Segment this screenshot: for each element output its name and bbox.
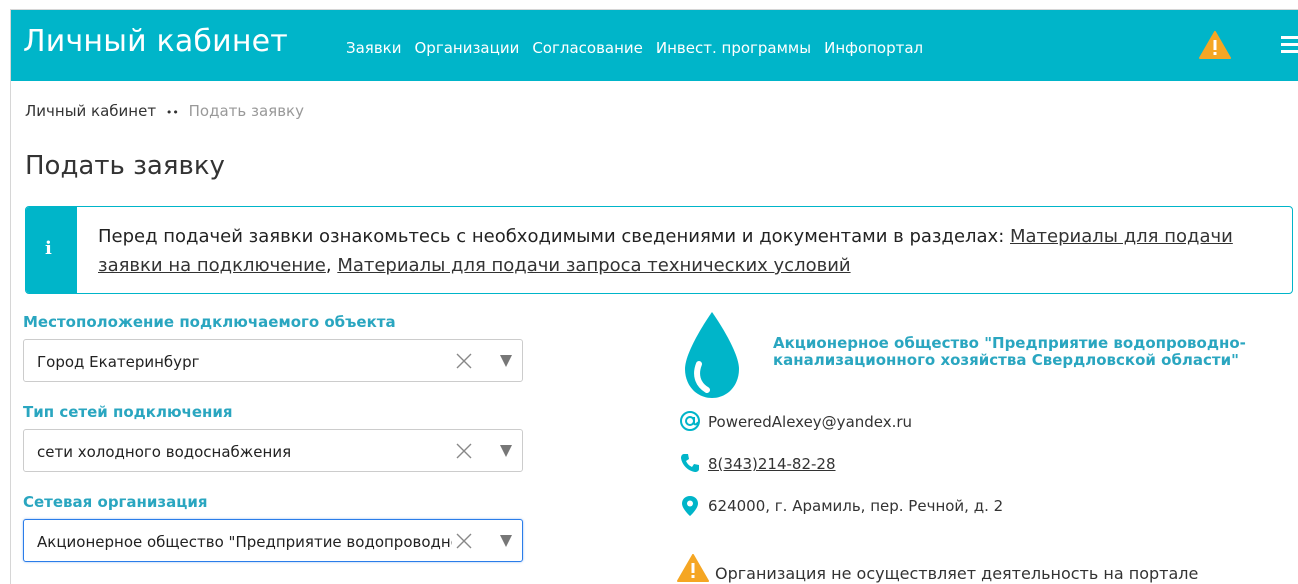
phone-icon bbox=[681, 454, 699, 472]
brand-title[interactable]: Личный кабинет bbox=[23, 24, 288, 59]
chevron-down-icon[interactable] bbox=[500, 445, 512, 457]
breadcrumb-current: Подать заявку bbox=[188, 102, 304, 120]
network-org-label: Сетевая организация bbox=[23, 493, 208, 511]
alert-intro: Перед подачей заявки ознакомьтесь с необ… bbox=[98, 226, 1010, 247]
network-org-select-value: Акционерное общество "Предприятие водопр… bbox=[37, 533, 452, 551]
organization-name: Акционерное общество "Предприятие водопр… bbox=[773, 334, 1246, 369]
network-type-select-value: сети холодного водоснабжения bbox=[37, 443, 292, 461]
nav-link-invest-programs[interactable]: Инвест. программы bbox=[656, 39, 811, 57]
nav-link-requests[interactable]: Заявки bbox=[346, 39, 401, 57]
warning-icon bbox=[677, 554, 709, 582]
alert-text: Перед подачей заявки ознакомьтесь с необ… bbox=[98, 222, 1278, 280]
breadcrumb-home[interactable]: Личный кабинет bbox=[25, 102, 156, 120]
organization-warning: Организация не осуществляет деятельность… bbox=[715, 564, 1199, 583]
nav-link-infoportal[interactable]: Инфопортал bbox=[824, 39, 923, 57]
clear-icon[interactable] bbox=[455, 442, 473, 460]
breadcrumb-separator: •• bbox=[165, 106, 179, 119]
main-nav: Заявки Организации Согласование Инвест. … bbox=[346, 39, 936, 57]
info-alert: i Перед подачей заявки ознакомьтесь с не… bbox=[25, 206, 1293, 294]
alert-icon-box: i bbox=[26, 207, 77, 293]
alert-separator: , bbox=[325, 255, 338, 276]
clear-icon[interactable] bbox=[455, 532, 473, 550]
info-icon: i bbox=[45, 238, 52, 259]
network-org-select[interactable]: Акционерное общество "Предприятие водопр… bbox=[23, 519, 523, 562]
top-navbar: Личный кабинет Заявки Организации Соглас… bbox=[11, 10, 1298, 81]
hamburger-menu-icon[interactable] bbox=[1281, 36, 1298, 54]
page-title: Подать заявку bbox=[25, 151, 225, 181]
at-sign-icon bbox=[680, 411, 700, 431]
warning-icon[interactable] bbox=[1199, 31, 1231, 59]
network-type-label: Тип сетей подключения bbox=[23, 403, 233, 421]
chevron-down-icon[interactable] bbox=[500, 355, 512, 367]
app-frame: Личный кабинет Заявки Организации Соглас… bbox=[10, 9, 1298, 584]
breadcrumb: Личный кабинет •• Подать заявку bbox=[25, 102, 304, 120]
location-select-value: Город Екатеринбург bbox=[37, 353, 200, 371]
location-label: Местоположение подключаемого объекта bbox=[23, 313, 396, 331]
link-tech-conditions-materials[interactable]: Материалы для подачи запроса технических… bbox=[337, 255, 850, 276]
location-pin-icon bbox=[682, 496, 698, 516]
network-type-select[interactable]: сети холодного водоснабжения bbox=[23, 429, 523, 472]
organization-email: PoweredAlexey@yandex.ru bbox=[708, 413, 913, 431]
organization-phone[interactable]: 8(343)214-82-28 bbox=[708, 455, 836, 473]
organization-address: 624000, г. Арамиль, пер. Речной, д. 2 bbox=[708, 497, 1004, 515]
chevron-down-icon[interactable] bbox=[500, 535, 512, 547]
water-drop-logo bbox=[685, 312, 739, 398]
nav-link-organizations[interactable]: Организации bbox=[414, 39, 519, 57]
clear-icon[interactable] bbox=[455, 352, 473, 370]
location-select[interactable]: Город Екатеринбург bbox=[23, 339, 523, 382]
nav-link-approval[interactable]: Согласование bbox=[532, 39, 643, 57]
